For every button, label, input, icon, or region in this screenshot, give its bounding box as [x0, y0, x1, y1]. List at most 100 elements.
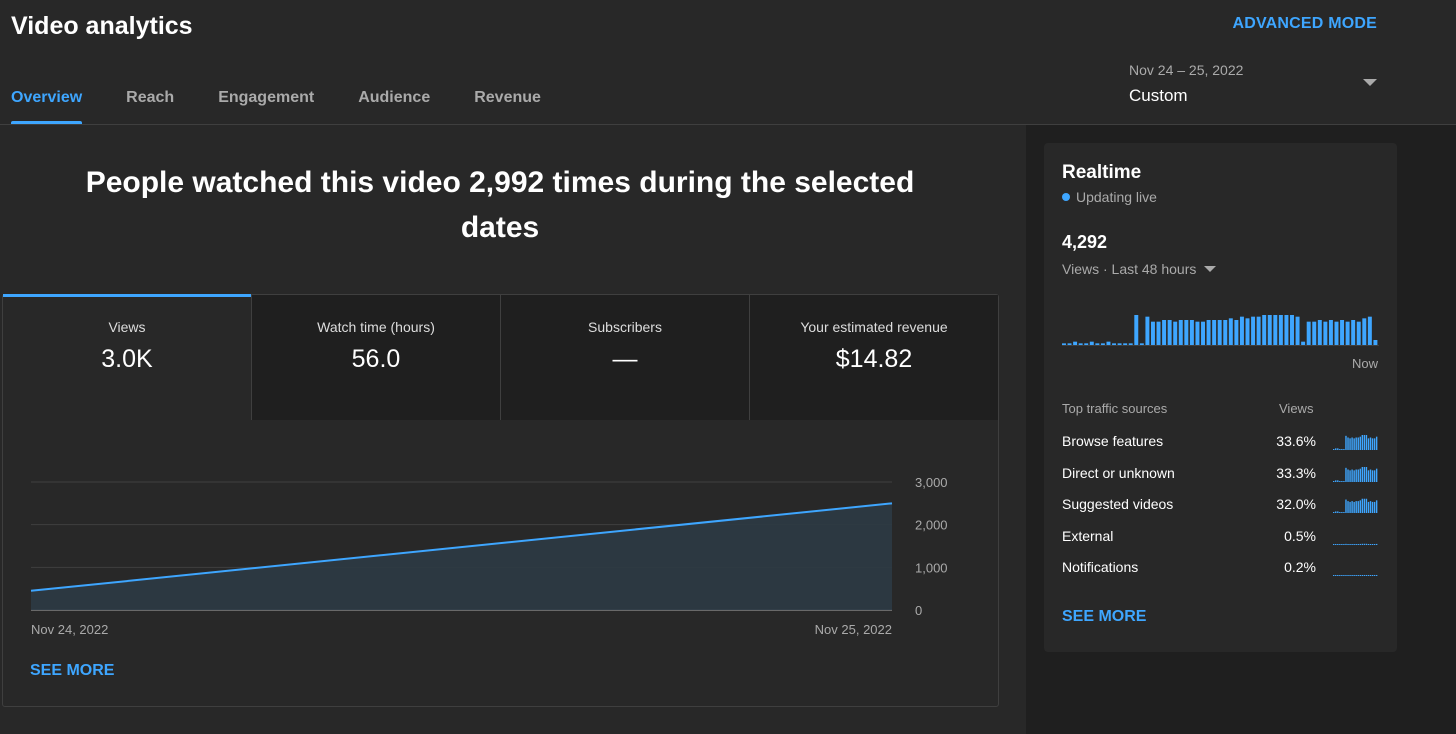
- sparkline-bar: [1369, 501, 1372, 513]
- realtime-count: 4,292: [1062, 232, 1108, 252]
- y-tick-label: 1,000: [915, 560, 948, 575]
- sparkline-bar: [1333, 544, 1335, 545]
- realtime-period-dropdown[interactable]: Views · Last 48 hours: [1062, 261, 1217, 277]
- sparkline-bar: [1363, 575, 1366, 576]
- sparkline-bar: [1373, 470, 1376, 482]
- y-tick-label: 2,000: [915, 518, 948, 533]
- sparkline-bar: [1337, 448, 1339, 450]
- sparkline-bar: [1373, 544, 1376, 545]
- sparkline-bar: [1345, 499, 1347, 513]
- sparkline-bar: [1363, 435, 1366, 450]
- live-status-text: Updating live: [1076, 189, 1157, 205]
- sparkline-bar: [1353, 544, 1355, 545]
- sparkline-bar: [1375, 468, 1378, 482]
- sparkline-bar: [1357, 469, 1359, 482]
- sparkline-bar: [1369, 575, 1372, 576]
- sparkline-bar: [1351, 437, 1353, 450]
- sparkline-bar: [1367, 501, 1370, 513]
- traffic-sparkline: [1333, 575, 1378, 576]
- sparkline-bar: [1359, 575, 1361, 576]
- see-more-button[interactable]: SEE MORE: [30, 662, 114, 680]
- realtime-bar: [1228, 318, 1233, 345]
- traffic-sources-header: Top traffic sources Views: [1062, 401, 1378, 416]
- realtime-bar: [1195, 321, 1200, 345]
- realtime-bar: [1312, 321, 1317, 345]
- realtime-title: Realtime: [1062, 162, 1142, 183]
- traffic-source-row: External 0.5%: [1062, 528, 1378, 550]
- sparkline-bar: [1365, 575, 1368, 576]
- realtime-period-text: Views · Last 48 hours: [1062, 261, 1197, 277]
- sparkline-bar: [1367, 438, 1370, 450]
- sparkline-bar: [1353, 501, 1355, 513]
- sparkline-bar: [1371, 438, 1374, 450]
- sparkline-bar: [1349, 575, 1351, 576]
- traffic-sparkline: [1333, 467, 1378, 482]
- realtime-bar-chart: [1062, 315, 1379, 346]
- sparkline-bar: [1343, 512, 1345, 513]
- sparkline-bar: [1365, 467, 1368, 482]
- realtime-bar: [1267, 315, 1272, 345]
- sparkline-bar: [1361, 435, 1364, 450]
- y-tick-label: 0: [915, 603, 922, 618]
- sparkline-bar: [1343, 449, 1345, 450]
- date-range-picker[interactable]: Nov 24 – 25, 2022 Custom: [1129, 62, 1379, 112]
- sparkline-bar: [1345, 543, 1347, 545]
- sparkline-bar: [1363, 498, 1366, 513]
- sparkline-bar: [1347, 575, 1349, 576]
- realtime-bar: [1212, 320, 1217, 345]
- sparkline-bar: [1367, 575, 1370, 576]
- traffic-source-row: Notifications 0.2%: [1062, 559, 1378, 581]
- sparkline-bar: [1361, 467, 1364, 482]
- realtime-bar: [1223, 320, 1228, 345]
- realtime-bar: [1273, 315, 1278, 345]
- sparkline-bar: [1339, 449, 1341, 450]
- sparkline-bar: [1375, 575, 1378, 576]
- sparkline-bar: [1347, 437, 1349, 450]
- realtime-bar: [1328, 320, 1333, 345]
- sparkline-bar: [1363, 467, 1366, 482]
- realtime-bar: [1284, 315, 1289, 345]
- realtime-bar: [1100, 343, 1105, 345]
- sparkline-bar: [1353, 575, 1355, 576]
- sparkline-bar: [1369, 469, 1372, 482]
- realtime-bar: [1189, 320, 1194, 345]
- realtime-bar: [1256, 316, 1261, 345]
- sparkline-bar: [1357, 575, 1359, 576]
- realtime-bar: [1078, 343, 1083, 345]
- realtime-bar: [1301, 341, 1306, 345]
- realtime-see-more-button[interactable]: SEE MORE: [1062, 608, 1146, 626]
- sparkline-bar: [1367, 544, 1370, 545]
- sparkline-bar: [1351, 501, 1353, 513]
- sparkline-bar: [1351, 469, 1353, 482]
- sparkline-bar: [1351, 575, 1353, 576]
- realtime-bar: [1106, 341, 1111, 345]
- date-mode-text: Custom: [1129, 86, 1188, 105]
- sparkline-bar: [1369, 437, 1372, 450]
- sparkline-bar: [1335, 511, 1337, 513]
- sparkline-bar: [1337, 480, 1339, 482]
- sparkline-bar: [1335, 448, 1337, 450]
- realtime-bar: [1334, 321, 1339, 345]
- sparkline-bar: [1335, 544, 1337, 545]
- traffic-source-pct: 0.2%: [1284, 559, 1316, 575]
- realtime-bar: [1323, 321, 1328, 345]
- advanced-mode-button[interactable]: ADVANCED MODE: [1232, 15, 1377, 33]
- realtime-bar: [1139, 343, 1144, 345]
- sparkline-bar: [1343, 575, 1345, 576]
- realtime-bar: [1206, 320, 1211, 345]
- realtime-bar: [1356, 321, 1361, 345]
- sparkline-bar: [1345, 575, 1347, 576]
- sparkline-bar: [1351, 544, 1353, 545]
- traffic-sparkline: [1333, 543, 1378, 545]
- sparkline-bar: [1361, 575, 1364, 576]
- sparkline-bar: [1337, 544, 1339, 545]
- sparkline-bar: [1341, 512, 1343, 513]
- realtime-bar: [1073, 341, 1078, 345]
- views-chart: 3,000 2,000 1,000 0 Nov 24, 2022 Nov 25, 2022: [30, 475, 948, 637]
- traffic-source-row: Browse features 33.6%: [1062, 433, 1378, 455]
- traffic-sparkline: [1333, 498, 1378, 513]
- realtime-bar: [1162, 320, 1167, 345]
- sparkline-bar: [1359, 436, 1361, 450]
- sparkline-bar: [1361, 543, 1364, 545]
- sparkline-bar: [1373, 575, 1376, 576]
